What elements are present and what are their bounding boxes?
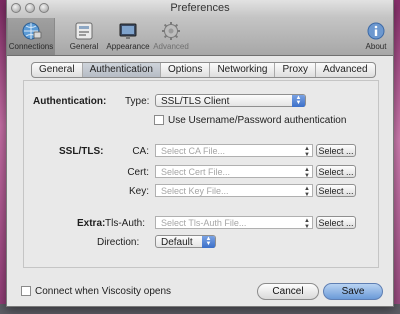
chevron-updown-icon: ▲ ▼ <box>304 218 310 230</box>
authentication-section-label: Authentication: <box>33 96 107 107</box>
toolbar-item-general[interactable]: General <box>67 18 101 55</box>
advanced-gear-icon <box>162 22 180 40</box>
about-info-icon <box>367 22 385 40</box>
userpass-auth-label: Use Username/Password authentication <box>168 115 347 126</box>
ca-label: CA: <box>132 146 149 157</box>
tls-auth-file-field[interactable]: Select Tls-Auth File... ▲ ▼ <box>155 216 313 230</box>
tab-options[interactable]: Options <box>161 63 211 77</box>
auth-type-value: SSL/TLS Client <box>161 96 230 107</box>
key-label: Key: <box>128 186 149 197</box>
general-icon <box>75 22 93 40</box>
ca-file-placeholder: Select CA File... <box>161 146 226 156</box>
window-title: Preferences <box>170 2 230 14</box>
cert-select-button[interactable]: Select ... <box>316 165 356 178</box>
cert-file-field[interactable]: Select Cert File... ▲ ▼ <box>155 165 313 179</box>
chevron-updown-icon: ▲ ▼ <box>304 146 310 158</box>
toolbar-label-connections: Connections <box>8 42 54 51</box>
toolbar-label-appearance: Appearance <box>106 42 150 51</box>
tab-networking[interactable]: Networking <box>210 63 276 77</box>
title-bar[interactable]: Preferences <box>7 0 393 18</box>
toolbar-item-connections[interactable]: Connections <box>7 18 55 55</box>
tab-general[interactable]: General <box>32 63 83 77</box>
connections-icon <box>22 22 42 40</box>
tls-auth-label: Tls-Auth: <box>105 218 146 229</box>
tls-auth-select-button[interactable]: Select ... <box>316 216 356 229</box>
key-file-placeholder: Select Key File... <box>161 186 229 196</box>
cert-file-placeholder: Select Cert File... <box>161 167 231 177</box>
toolbar-item-appearance[interactable]: Appearance <box>105 18 151 55</box>
type-label: Type: <box>125 96 150 107</box>
ca-file-field[interactable]: Select CA File... ▲ ▼ <box>155 144 313 158</box>
preferences-toolbar: Connections General Appearance Advanced … <box>7 18 393 56</box>
tab-proxy[interactable]: Proxy <box>275 63 317 77</box>
toolbar-item-advanced[interactable]: Advanced <box>153 18 189 55</box>
extra-section-label: Extra: <box>77 218 106 229</box>
toolbar-item-about[interactable]: About <box>363 18 389 55</box>
save-button[interactable]: Save <box>323 283 383 300</box>
connect-on-open-label: Connect when Viscosity opens <box>35 286 172 297</box>
direction-select[interactable]: Default ▲ ▼ <box>155 235 216 248</box>
ca-select-button[interactable]: Select ... <box>316 144 356 157</box>
toolbar-label-general: General <box>69 42 99 51</box>
cancel-button[interactable]: Cancel <box>257 283 319 300</box>
popup-arrows-icon: ▲ ▼ <box>292 95 305 107</box>
ssl-tls-section-label: SSL/TLS: <box>59 146 104 157</box>
appearance-icon <box>119 23 137 39</box>
popup-arrows-icon: ▲ ▼ <box>202 236 215 248</box>
tab-advanced[interactable]: Advanced <box>316 63 374 77</box>
toolbar-label-about: About <box>365 42 387 51</box>
key-select-button[interactable]: Select ... <box>316 184 356 197</box>
connect-on-open-checkbox[interactable] <box>21 286 31 296</box>
cert-label: Cert: <box>127 167 149 178</box>
preferences-window: Preferences Connections General Appearan… <box>6 0 394 307</box>
preferences-tab-bar: General Authentication Options Networkin… <box>31 62 376 78</box>
userpass-auth-checkbox[interactable] <box>154 115 164 125</box>
key-file-field[interactable]: Select Key File... ▲ ▼ <box>155 184 313 198</box>
direction-value: Default <box>161 237 193 248</box>
chevron-updown-icon: ▲ ▼ <box>304 186 310 198</box>
tls-auth-file-placeholder: Select Tls-Auth File... <box>161 218 247 228</box>
direction-label: Direction: <box>97 237 140 248</box>
toolbar-label-advanced: Advanced <box>153 42 189 51</box>
tab-authentication[interactable]: Authentication <box>82 63 161 77</box>
chevron-updown-icon: ▲ ▼ <box>304 167 310 179</box>
auth-type-select[interactable]: SSL/TLS Client ▲ ▼ <box>155 94 306 107</box>
